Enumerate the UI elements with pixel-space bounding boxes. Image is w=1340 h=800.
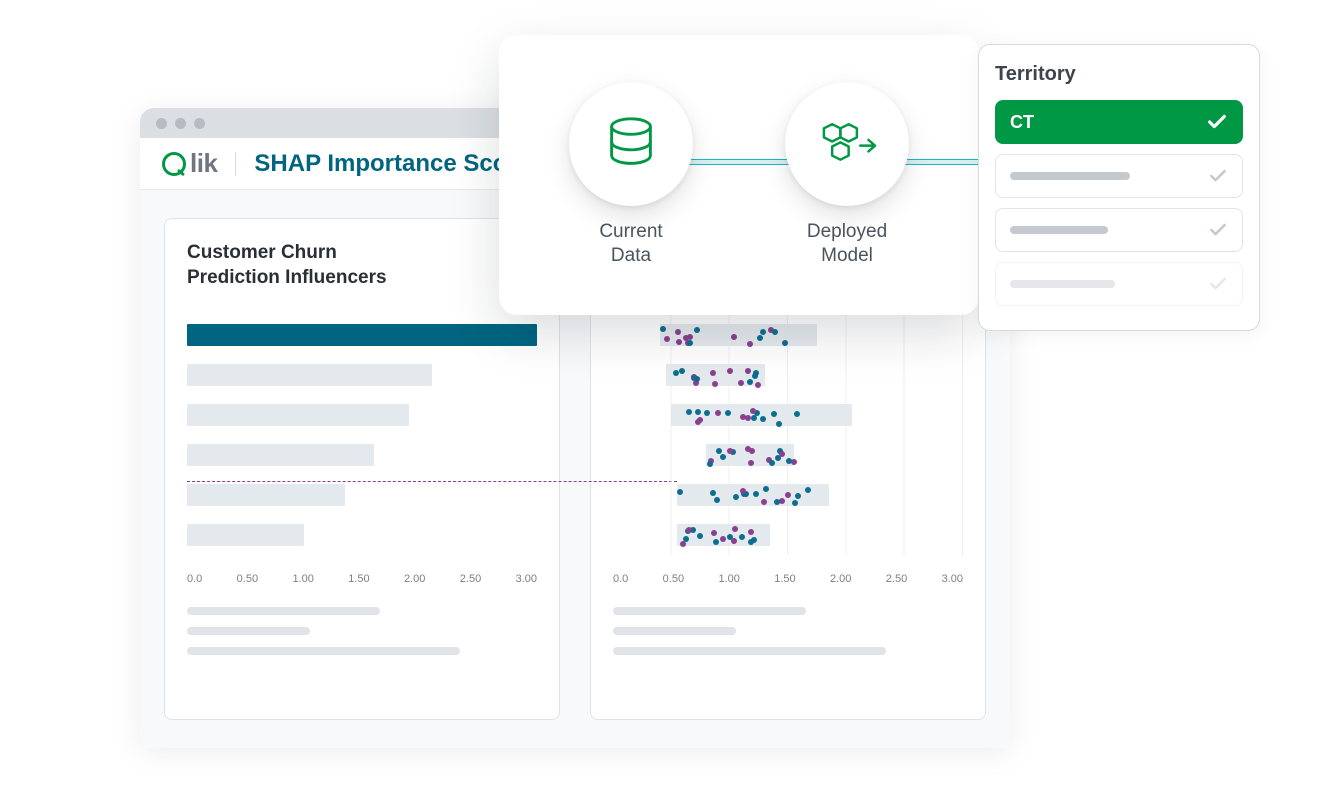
territory-item-placeholder bbox=[1010, 172, 1130, 180]
check-icon bbox=[1208, 220, 1228, 240]
territory-item-label: CT bbox=[1010, 112, 1034, 133]
check-icon bbox=[1206, 111, 1228, 133]
placeholder-line bbox=[187, 607, 380, 615]
axis-tick: 0.50 bbox=[237, 573, 258, 585]
bar-row bbox=[187, 523, 537, 547]
placeholder-line bbox=[187, 627, 310, 635]
database-icon bbox=[569, 82, 693, 206]
axis-tick: 0.0 bbox=[187, 573, 202, 585]
axis-tick: 2.00 bbox=[830, 573, 851, 585]
x-axis: 0.0 0.50 1.00 1.50 2.00 2.50 3.00 bbox=[187, 573, 537, 585]
window-dot bbox=[175, 118, 186, 129]
window-dot bbox=[156, 118, 167, 129]
territory-title: Territory bbox=[995, 63, 1243, 86]
check-icon bbox=[1208, 274, 1228, 294]
bar-row bbox=[187, 323, 537, 347]
bar bbox=[660, 324, 818, 346]
territory-item-placeholder bbox=[1010, 280, 1115, 288]
axis-tick: 2.00 bbox=[404, 573, 425, 585]
bar-row bbox=[187, 363, 537, 387]
window-dot bbox=[194, 118, 205, 129]
bar-row bbox=[613, 443, 963, 467]
bar-row bbox=[187, 443, 537, 467]
bar-row bbox=[613, 403, 963, 427]
bar-row bbox=[613, 483, 963, 507]
territory-panel: Territory CT bbox=[978, 44, 1260, 331]
placeholder-line bbox=[613, 627, 736, 635]
bar bbox=[187, 404, 409, 426]
pipeline-node-data[interactable]: Current Data bbox=[569, 82, 693, 268]
bar-row bbox=[187, 403, 537, 427]
threshold-line bbox=[187, 481, 677, 482]
bar bbox=[677, 524, 770, 546]
bar bbox=[671, 404, 852, 426]
placeholder-line bbox=[187, 647, 460, 655]
qlik-logo: lik bbox=[162, 148, 217, 179]
beeswarm-chart bbox=[613, 315, 963, 555]
scatter-row bbox=[613, 523, 963, 547]
territory-item-placeholder bbox=[1010, 226, 1108, 234]
axis-tick: 2.50 bbox=[460, 573, 481, 585]
placeholder-line bbox=[613, 647, 886, 655]
bar-row bbox=[613, 363, 963, 387]
bar-row bbox=[187, 483, 537, 507]
bar-chart bbox=[187, 315, 537, 555]
bar bbox=[187, 324, 537, 346]
territory-item[interactable] bbox=[995, 262, 1243, 306]
page-title: SHAP Importance Score bbox=[254, 150, 530, 178]
qlik-logo-text: lik bbox=[190, 148, 217, 179]
territory-item[interactable] bbox=[995, 154, 1243, 198]
axis-tick: 1.50 bbox=[774, 573, 795, 585]
axis-tick: 2.50 bbox=[886, 573, 907, 585]
check-icon bbox=[1208, 166, 1228, 186]
card-title: Customer Churn Prediction Influencers bbox=[187, 241, 537, 291]
axis-tick: 1.00 bbox=[718, 573, 739, 585]
pipeline-label: Current Data bbox=[599, 220, 662, 268]
pipeline-node-model[interactable]: Deployed Model bbox=[785, 82, 909, 268]
axis-tick: 3.00 bbox=[942, 573, 963, 585]
bar bbox=[706, 444, 794, 466]
bar bbox=[677, 484, 829, 506]
bar-row bbox=[613, 323, 963, 347]
card-footer-placeholder bbox=[187, 607, 537, 655]
model-deploy-icon bbox=[785, 82, 909, 206]
header-divider bbox=[235, 152, 236, 176]
bar bbox=[187, 484, 345, 506]
card-footer-placeholder bbox=[613, 607, 963, 655]
axis-tick: 0.0 bbox=[613, 573, 628, 585]
axis-tick: 1.50 bbox=[348, 573, 369, 585]
bar bbox=[187, 444, 374, 466]
bar bbox=[187, 524, 304, 546]
territory-item[interactable] bbox=[995, 208, 1243, 252]
bar-row bbox=[613, 523, 963, 547]
bar bbox=[187, 364, 432, 386]
bar bbox=[666, 364, 765, 386]
qlik-logo-icon bbox=[162, 152, 186, 176]
axis-tick: 0.50 bbox=[663, 573, 684, 585]
pipeline-label: Deployed Model bbox=[807, 220, 887, 268]
axis-tick: 3.00 bbox=[516, 573, 537, 585]
territory-item-ct[interactable]: CT bbox=[995, 100, 1243, 144]
x-axis: 0.0 0.50 1.00 1.50 2.00 2.50 3.00 bbox=[613, 573, 963, 585]
pipeline-card: Current Data Deployed Model bbox=[499, 35, 979, 315]
axis-tick: 1.00 bbox=[292, 573, 313, 585]
placeholder-line bbox=[613, 607, 806, 615]
